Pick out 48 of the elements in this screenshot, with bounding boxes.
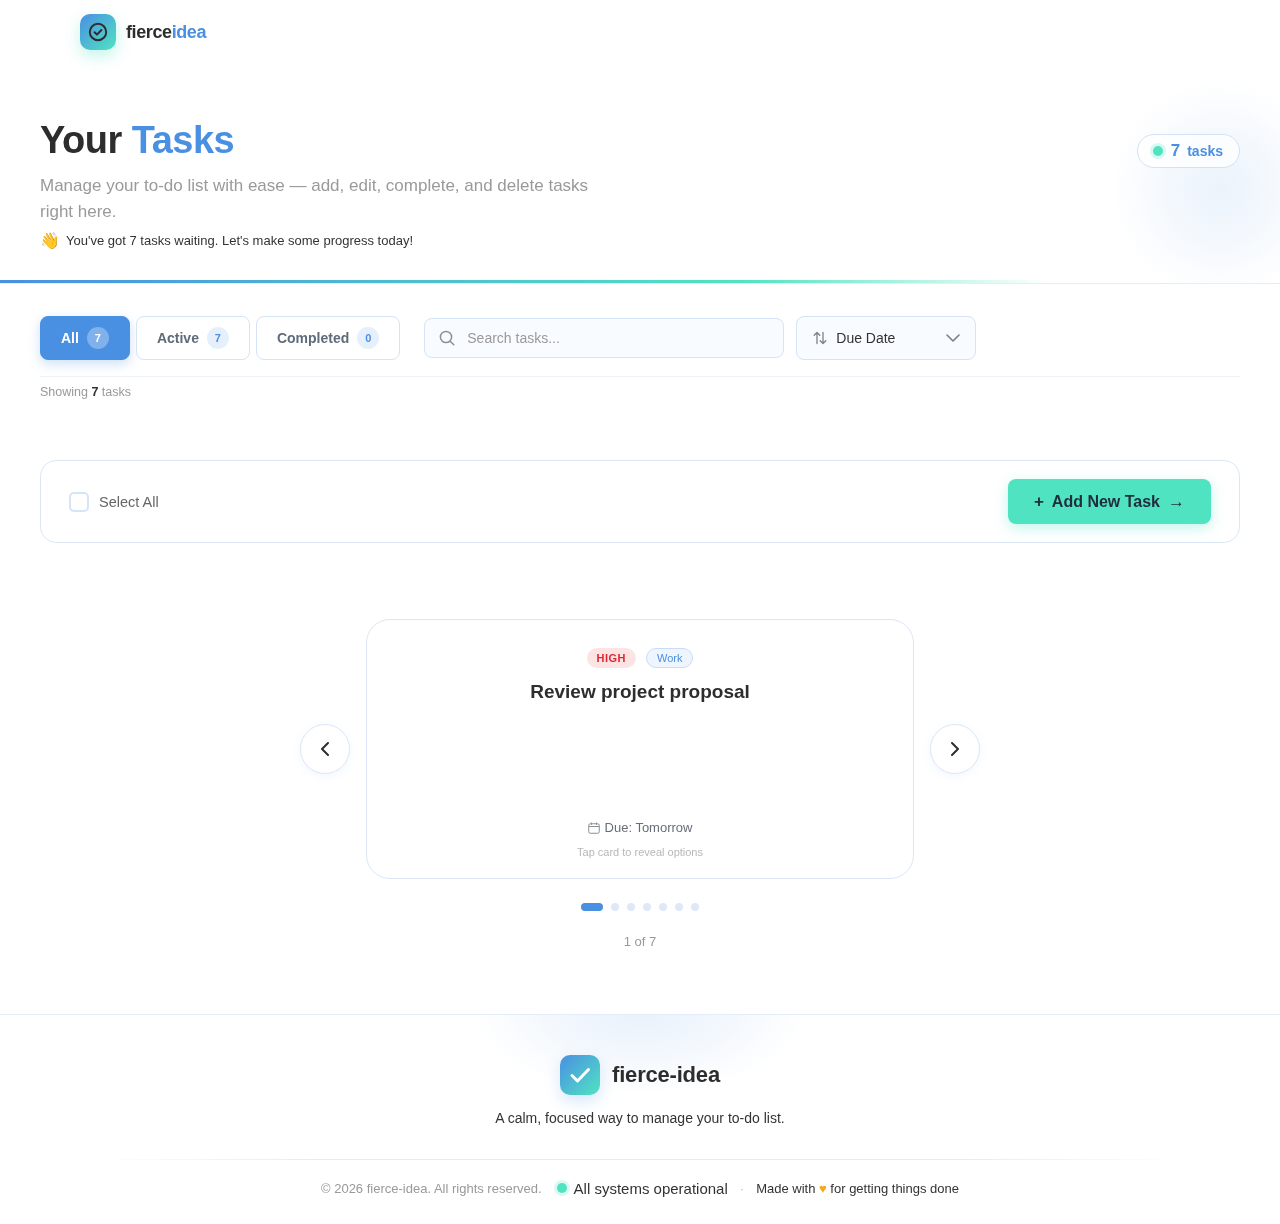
card-hint: Tap card to reveal options (577, 845, 703, 860)
count-badge: 7 (86, 327, 109, 349)
pagination-dot[interactable] (643, 903, 651, 911)
pagination-dot[interactable] (659, 903, 667, 911)
pagination-dot[interactable] (691, 903, 699, 911)
system-status-text: All systems operational (573, 1179, 728, 1197)
separator-dot: · (739, 1180, 745, 1196)
search-icon (439, 330, 456, 346)
task-summary: Showing 7 tasks (40, 384, 132, 400)
previous-button[interactable] (300, 724, 350, 774)
greeting-text: You've got 7 tasks waiting. Let's make some progress today! (66, 232, 413, 250)
pagination-dot[interactable] (627, 903, 635, 911)
next-button[interactable] (930, 724, 980, 774)
select-all-label[interactable]: Select All (99, 491, 159, 512)
page-counter: 1 of 7 (623, 934, 657, 950)
check-icon (560, 1055, 601, 1095)
copyright-text: © 2026 fierce-idea. All rights reserved. (321, 1180, 542, 1196)
count-badge: 7 (206, 327, 229, 349)
status-dot-icon (553, 1180, 570, 1196)
select-all-checkbox[interactable] (69, 491, 89, 512)
due-date: Due: Tomorrow (604, 820, 693, 836)
footer-tagline: A calm, focused way to manage your to-do list. (495, 1109, 785, 1128)
task-title: Review project proposal (530, 680, 750, 704)
add-task-button[interactable]: + Add New Task → (1007, 479, 1211, 524)
chevron-right-icon (951, 742, 959, 756)
task-count-label: tasks (1187, 142, 1223, 161)
pagination-dot[interactable] (675, 903, 683, 911)
status-dot-icon (1149, 143, 1166, 159)
task-count: 7 (1170, 141, 1181, 161)
chevron-left-icon (321, 742, 329, 756)
category-tag: Work (646, 648, 694, 668)
calendar-icon (587, 822, 600, 834)
priority-tag: HIGH (586, 648, 636, 668)
sort-dropdown[interactable]: Due Date (796, 316, 977, 360)
waving-hand-icon: 👋 (40, 231, 60, 251)
chevron-down-icon (946, 334, 961, 342)
count-badge: 0 (357, 327, 380, 349)
pagination-dot[interactable] (611, 903, 619, 911)
search-field[interactable]: Search tasks... (424, 318, 785, 358)
filter-tab[interactable]: Active 7 (135, 316, 250, 360)
page-subtitle: Manage your to-do list with ease — add, edit, complete, and delete tasks right here. (40, 175, 590, 223)
footer-brand-name: fierce-idea (612, 1062, 720, 1088)
page-title: Your Tasks (40, 118, 235, 163)
made-with-text: Made with ♥ for getting things done (756, 1180, 959, 1196)
brand-name[interactable]: fierceidea (126, 21, 207, 43)
filter-tab[interactable]: Completed 0 (255, 316, 401, 360)
task-card[interactable]: HIGH Work Review project proposal Due: Tomorrow Tap card to reveal options (366, 619, 914, 879)
sort-arrows-icon (813, 331, 828, 345)
